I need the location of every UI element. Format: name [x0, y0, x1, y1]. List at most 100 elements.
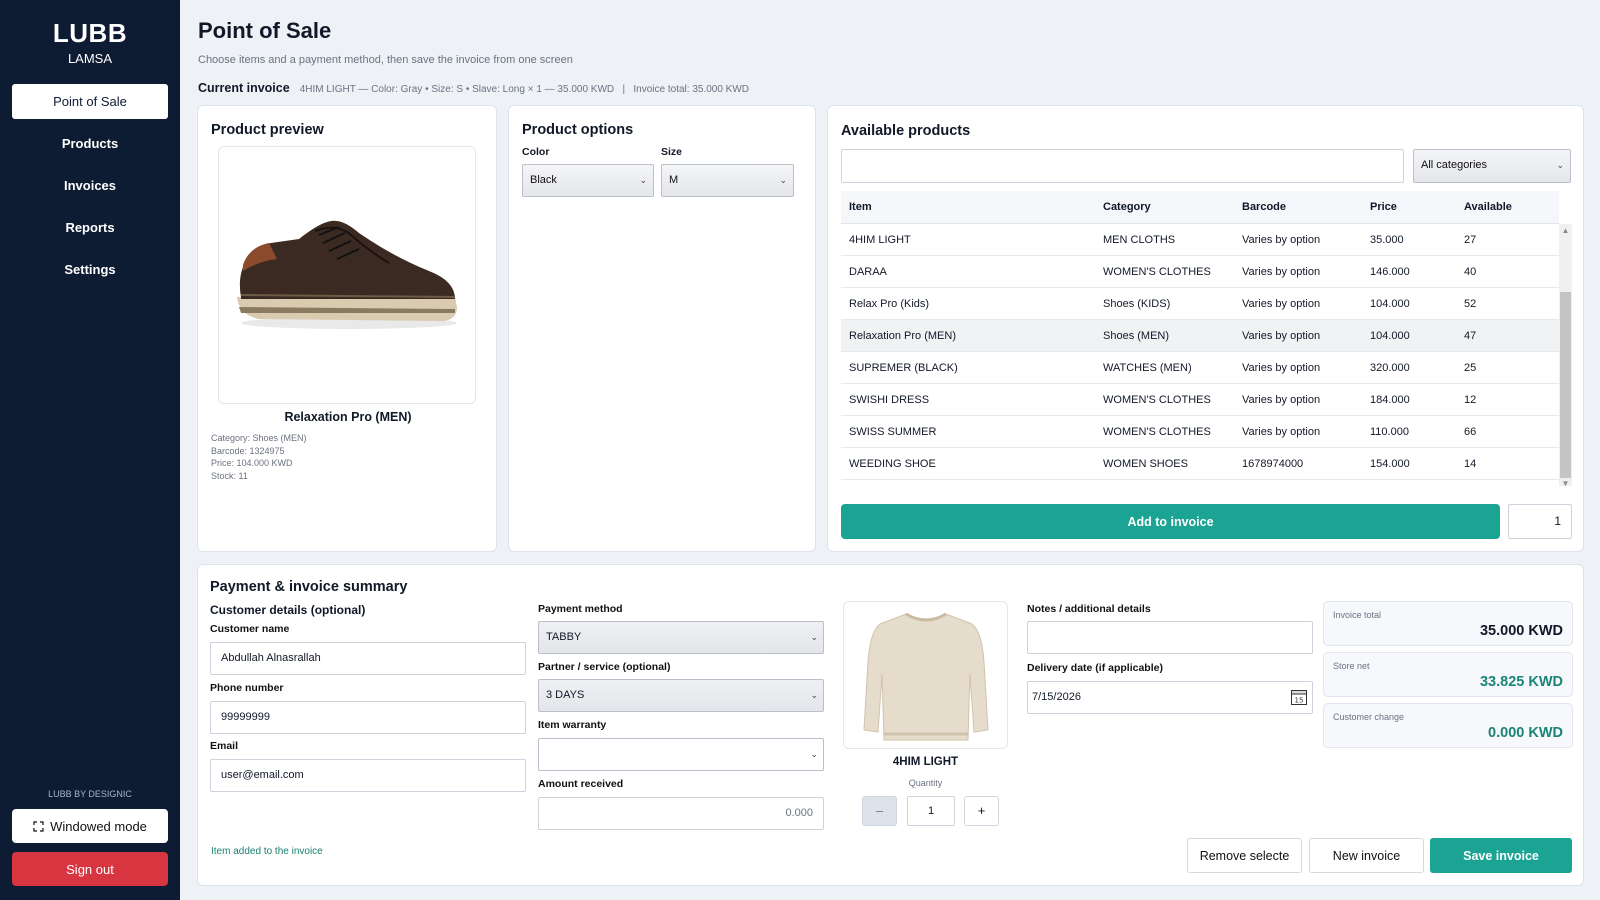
size-select-value: M	[669, 174, 679, 186]
cell-available: 25	[1464, 361, 1477, 374]
size-select[interactable]: M ⌄	[661, 164, 794, 197]
sidebar-item-reports[interactable]: Reports	[12, 210, 168, 245]
sign-out-button[interactable]: Sign out	[12, 852, 168, 886]
cell-barcode: 1678974000	[1242, 457, 1304, 470]
invoice-total-value: 35.000 KWD	[1479, 623, 1563, 639]
product-preview-category: Category: Shoes (MEN)	[211, 433, 307, 443]
cell-category: WOMEN'S CLOTHES	[1103, 425, 1211, 438]
fullscreen-icon	[33, 820, 44, 832]
sidebar-item-invoices[interactable]: Invoices	[12, 168, 168, 203]
calendar-icon[interactable]: 15	[1290, 688, 1308, 706]
cell-category: WOMEN'S CLOTHES	[1103, 393, 1211, 406]
quantity-increment-button[interactable]: +	[964, 796, 999, 826]
customer-details-heading: Customer details (optional)	[210, 603, 366, 617]
cell-available: 47	[1464, 329, 1477, 342]
column-header-category[interactable]: Category	[1103, 201, 1242, 213]
scroll-up-icon[interactable]: ▲	[1559, 226, 1572, 235]
customer-name-input[interactable]: Abdullah Alnasrallah	[210, 642, 526, 675]
color-select-value: Black	[530, 174, 557, 186]
cell-available: 66	[1464, 425, 1477, 438]
cell-available: 14	[1464, 457, 1477, 470]
cell-category: Shoes (MEN)	[1103, 329, 1170, 342]
available-products-card: Available products All categories ⌄ Item…	[827, 105, 1584, 552]
phone-input[interactable]: 99999999	[210, 701, 526, 734]
available-products-title: Available products	[841, 123, 971, 139]
scrollbar-thumb[interactable]	[1560, 292, 1571, 478]
cell-item: Relaxation Pro (MEN)	[849, 329, 956, 342]
cell-category: WOMEN SHOES	[1103, 457, 1188, 470]
sidebar-item-point-of-sale[interactable]: Point of Sale	[12, 84, 168, 119]
quantity-decrement-button[interactable]: –	[862, 796, 897, 826]
chevron-down-icon: ⌄	[810, 690, 818, 700]
category-filter-select[interactable]: All categories ⌄	[1413, 149, 1571, 183]
cell-category: WATCHES (MEN)	[1103, 361, 1192, 374]
quantity-input[interactable]: 1	[907, 796, 955, 826]
notes-input[interactable]	[1027, 621, 1313, 654]
brand: LUBB LAMSA	[0, 0, 180, 66]
table-row[interactable]: SWISHI DRESS WOMEN'S CLOTHES Varies by opt…	[841, 384, 1559, 416]
color-select[interactable]: Black ⌄	[522, 164, 654, 197]
table-row[interactable]: 4HIM LIGHT MEN CLOTHS Varies by option 35.0…	[841, 224, 1559, 256]
email-label: Email	[210, 740, 239, 752]
cell-available: 40	[1464, 265, 1477, 278]
cell-available: 27	[1464, 233, 1477, 246]
column-header-item[interactable]: Item	[841, 201, 1103, 213]
product-preview-title: Product preview	[211, 122, 324, 138]
remove-selected-button[interactable]: Remove selecte	[1187, 838, 1302, 873]
sidebar-item-products[interactable]: Products	[12, 126, 168, 161]
table-row[interactable]: Relaxation Pro (MEN) Shoes (MEN) Varies by…	[841, 320, 1559, 352]
amount-received-input[interactable]: 0.000	[538, 797, 824, 830]
chevron-down-icon: ⌄	[1556, 160, 1564, 170]
column-header-price[interactable]: Price	[1370, 201, 1464, 213]
cell-price: 104.000	[1370, 297, 1410, 310]
size-label: Size	[661, 146, 683, 158]
cell-barcode: Varies by option	[1242, 393, 1321, 406]
email-input[interactable]: user@email.com	[210, 759, 526, 792]
table-row[interactable]: Relax Pro (Kids) Shoes (KIDS) Varies by op…	[841, 288, 1559, 320]
sidebar-item-settings[interactable]: Settings	[12, 252, 168, 287]
new-invoice-button[interactable]: New invoice	[1309, 838, 1424, 873]
table-row[interactable]: SWISS SUMMER WOMEN'S CLOTHES Varies by opt…	[841, 416, 1559, 448]
cell-price: 110.000	[1370, 425, 1409, 438]
warranty-select[interactable]: ⌄	[538, 738, 824, 771]
column-header-available[interactable]: Available	[1464, 201, 1544, 213]
windowed-mode-button[interactable]: Windowed mode	[12, 809, 168, 843]
notes-label: Notes / additional details	[1027, 603, 1151, 615]
customer-change-label: Customer change	[1333, 712, 1405, 722]
delivery-date-input[interactable]: 7/15/2026 15	[1027, 681, 1313, 714]
cell-price: 320.000	[1370, 361, 1410, 374]
warranty-label: Item warranty	[538, 719, 607, 731]
payment-method-label: Payment method	[538, 603, 623, 615]
calendar-day: 15	[1295, 697, 1304, 705]
add-to-invoice-button[interactable]: Add to invoice	[841, 504, 1500, 539]
table-row[interactable]: SUPREMER (BLACK) WATCHES (MEN) Varies by o…	[841, 352, 1559, 384]
cell-available: 12	[1464, 393, 1477, 406]
partner-select[interactable]: 3 DAYS ⌄	[538, 679, 824, 712]
payment-method-select[interactable]: TABBY ⌄	[538, 621, 824, 654]
delivery-date-value: 7/15/2026	[1032, 691, 1081, 703]
table-row[interactable]: WEEDING SHOE WOMEN SHOES 1678974000 154.000…	[841, 448, 1559, 480]
product-search-input[interactable]	[841, 149, 1404, 183]
cell-barcode: Varies by option	[1242, 361, 1321, 374]
product-preview-price: Price: 104.000 KWD	[211, 458, 293, 468]
customer-change-box: Customer change 0.000 KWD	[1323, 703, 1573, 748]
table-scrollbar[interactable]: ▲ ▼	[1559, 224, 1572, 488]
column-header-barcode[interactable]: Barcode	[1242, 201, 1370, 213]
scroll-down-icon[interactable]: ▼	[1559, 479, 1572, 488]
brand-subtitle: LAMSA	[67, 51, 113, 66]
cell-item: Relax Pro (Kids)	[849, 297, 930, 310]
cell-item: SWISS SUMMER	[849, 425, 937, 438]
products-table: Item Category Barcode Price Available 4H…	[841, 191, 1559, 480]
cell-category: MEN CLOTHS	[1103, 233, 1176, 246]
table-row[interactable]: DARAA WOMEN'S CLOTHES Varies by option 146.…	[841, 256, 1559, 288]
page-subtitle: Choose items and a payment method, then …	[198, 54, 573, 66]
payment-summary-title: Payment & invoice summary	[210, 579, 408, 595]
cell-barcode: Varies by option	[1242, 425, 1321, 438]
cell-barcode: Varies by option	[1242, 265, 1321, 278]
save-invoice-button[interactable]: Save invoice	[1430, 838, 1572, 873]
add-quantity-input[interactable]: 1	[1508, 504, 1572, 539]
quantity-label: Quantity	[908, 778, 943, 788]
cell-item: SWISHI DRESS	[849, 393, 930, 406]
current-invoice-bar: Current invoice 4HIM LIGHT — Color: Gray…	[198, 81, 749, 95]
cell-price: 154.000	[1370, 457, 1410, 470]
